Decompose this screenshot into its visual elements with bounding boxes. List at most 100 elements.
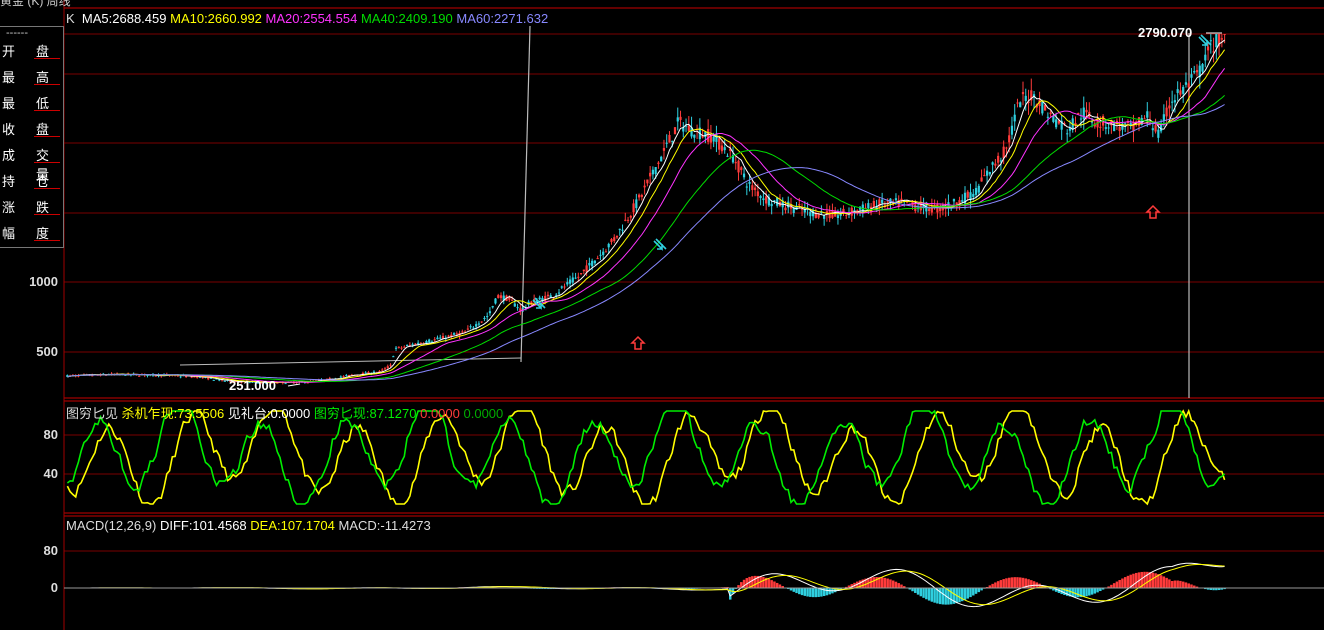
macd-value-label: MACD:-11.4273 [338, 518, 431, 533]
macd-histogram-bar [1074, 588, 1077, 598]
ma60-line [67, 104, 1225, 381]
candle-body [491, 306, 494, 308]
ma40-label: MA40:2409.190 [360, 11, 453, 26]
macd-histogram-bar [949, 588, 953, 605]
candle-body [742, 173, 746, 178]
candle-body [607, 243, 610, 248]
macd-histogram-bar [1159, 575, 1163, 588]
candle-body [748, 181, 751, 184]
candle-body [568, 279, 572, 284]
candle-body [1049, 112, 1052, 115]
candle-body [1215, 34, 1218, 48]
candle-body [582, 269, 585, 272]
macd-tick-label: 80 [44, 543, 58, 558]
candle-body [651, 169, 655, 175]
candle-body [759, 196, 762, 198]
candle-body [521, 307, 525, 309]
macd-histogram-bar [925, 588, 928, 600]
macd-histogram-bar [806, 588, 809, 597]
macd-histogram-bar [891, 580, 895, 588]
candle-body [966, 191, 969, 198]
candle-body [138, 375, 141, 377]
candle-body [668, 134, 671, 143]
candle-body [734, 162, 737, 164]
macd-histogram-bar [889, 579, 892, 588]
ma5-label: MA5:2688.459 [81, 11, 167, 26]
macd-histogram-bar [1016, 577, 1019, 588]
candle-body [1132, 121, 1135, 132]
candle-body [985, 170, 989, 176]
candle-body [339, 376, 342, 378]
macd-histogram-bar [795, 588, 798, 594]
candle-body [392, 356, 395, 358]
candle-body [814, 213, 817, 219]
macd-histogram-bar [977, 588, 981, 593]
macd-histogram-bar [775, 582, 779, 588]
ma40-line [67, 95, 1225, 382]
macd-histogram-bar [1082, 588, 1086, 597]
macd-histogram-bar [753, 575, 757, 588]
macd-histogram-bar [900, 584, 903, 588]
macd-histogram-bar [963, 588, 967, 600]
side-panel-row-underline [34, 58, 60, 59]
candle-body [983, 175, 986, 177]
macd-histogram-bar [1168, 579, 1171, 588]
candle-body [637, 194, 641, 198]
candle-body [839, 214, 842, 216]
candle-body [483, 317, 486, 320]
macd-histogram-bar [922, 588, 925, 598]
candle-body [798, 204, 801, 206]
macd-histogram-bar [1030, 580, 1033, 588]
candle-body [397, 346, 400, 348]
candle-body [751, 185, 754, 190]
candle-body [405, 345, 409, 347]
candle-body [497, 295, 500, 298]
macd-histogram-bar [969, 588, 972, 598]
candle-body [977, 185, 980, 193]
candle-body [342, 376, 345, 378]
macd-diff-label: DIFF:101.4568 [159, 518, 247, 533]
candle-body [618, 228, 621, 230]
macd-histogram-bar [1121, 578, 1124, 588]
candle-body [1013, 114, 1016, 122]
candle-body [809, 211, 812, 217]
macd-panel-header: MACD(12,26,9) DIFF:101.4568 DEA:107.1704… [66, 518, 431, 533]
candle-body [1168, 105, 1171, 109]
candle-body [626, 219, 630, 221]
candle-body [428, 339, 431, 343]
macd-histogram-bar [966, 588, 970, 599]
candle-body [718, 138, 721, 150]
candle-body [704, 131, 707, 138]
candle-body [997, 155, 1000, 163]
candle-body [662, 147, 666, 151]
candle-body [499, 295, 503, 299]
candle-body [1220, 38, 1223, 40]
side-panel-row: 涨跌 [2, 191, 60, 217]
macd-histogram-bar [817, 588, 820, 597]
candle-body [621, 229, 624, 231]
macd-tick-label: 0 [51, 580, 58, 595]
window-title: 黄金 (K) 周线 [0, 0, 71, 8]
candle-body [624, 219, 627, 221]
macd-histogram-bar [914, 588, 917, 593]
macd-histogram-bar [1143, 571, 1146, 588]
candle-body [345, 375, 348, 377]
candle-body [927, 209, 931, 212]
candle-body [972, 193, 975, 197]
candle-body [886, 201, 889, 203]
candle-body [411, 344, 414, 346]
candle-body [472, 327, 475, 329]
candle-body [480, 321, 483, 323]
candle-body [1162, 114, 1165, 122]
price-panel-header: K MA5:2688.459 MA10:2660.992 MA20:2554.5… [66, 11, 548, 26]
side-panel-row: 最高 [2, 61, 60, 87]
candle-body [475, 324, 478, 327]
candle-body [881, 199, 884, 204]
candle-body [1010, 125, 1014, 135]
candle-body [461, 331, 464, 333]
candle-body [466, 328, 469, 330]
candle-body [588, 262, 591, 266]
macd-diff-line [67, 562, 1225, 608]
candle-body [425, 340, 428, 344]
candle-body [828, 211, 831, 219]
